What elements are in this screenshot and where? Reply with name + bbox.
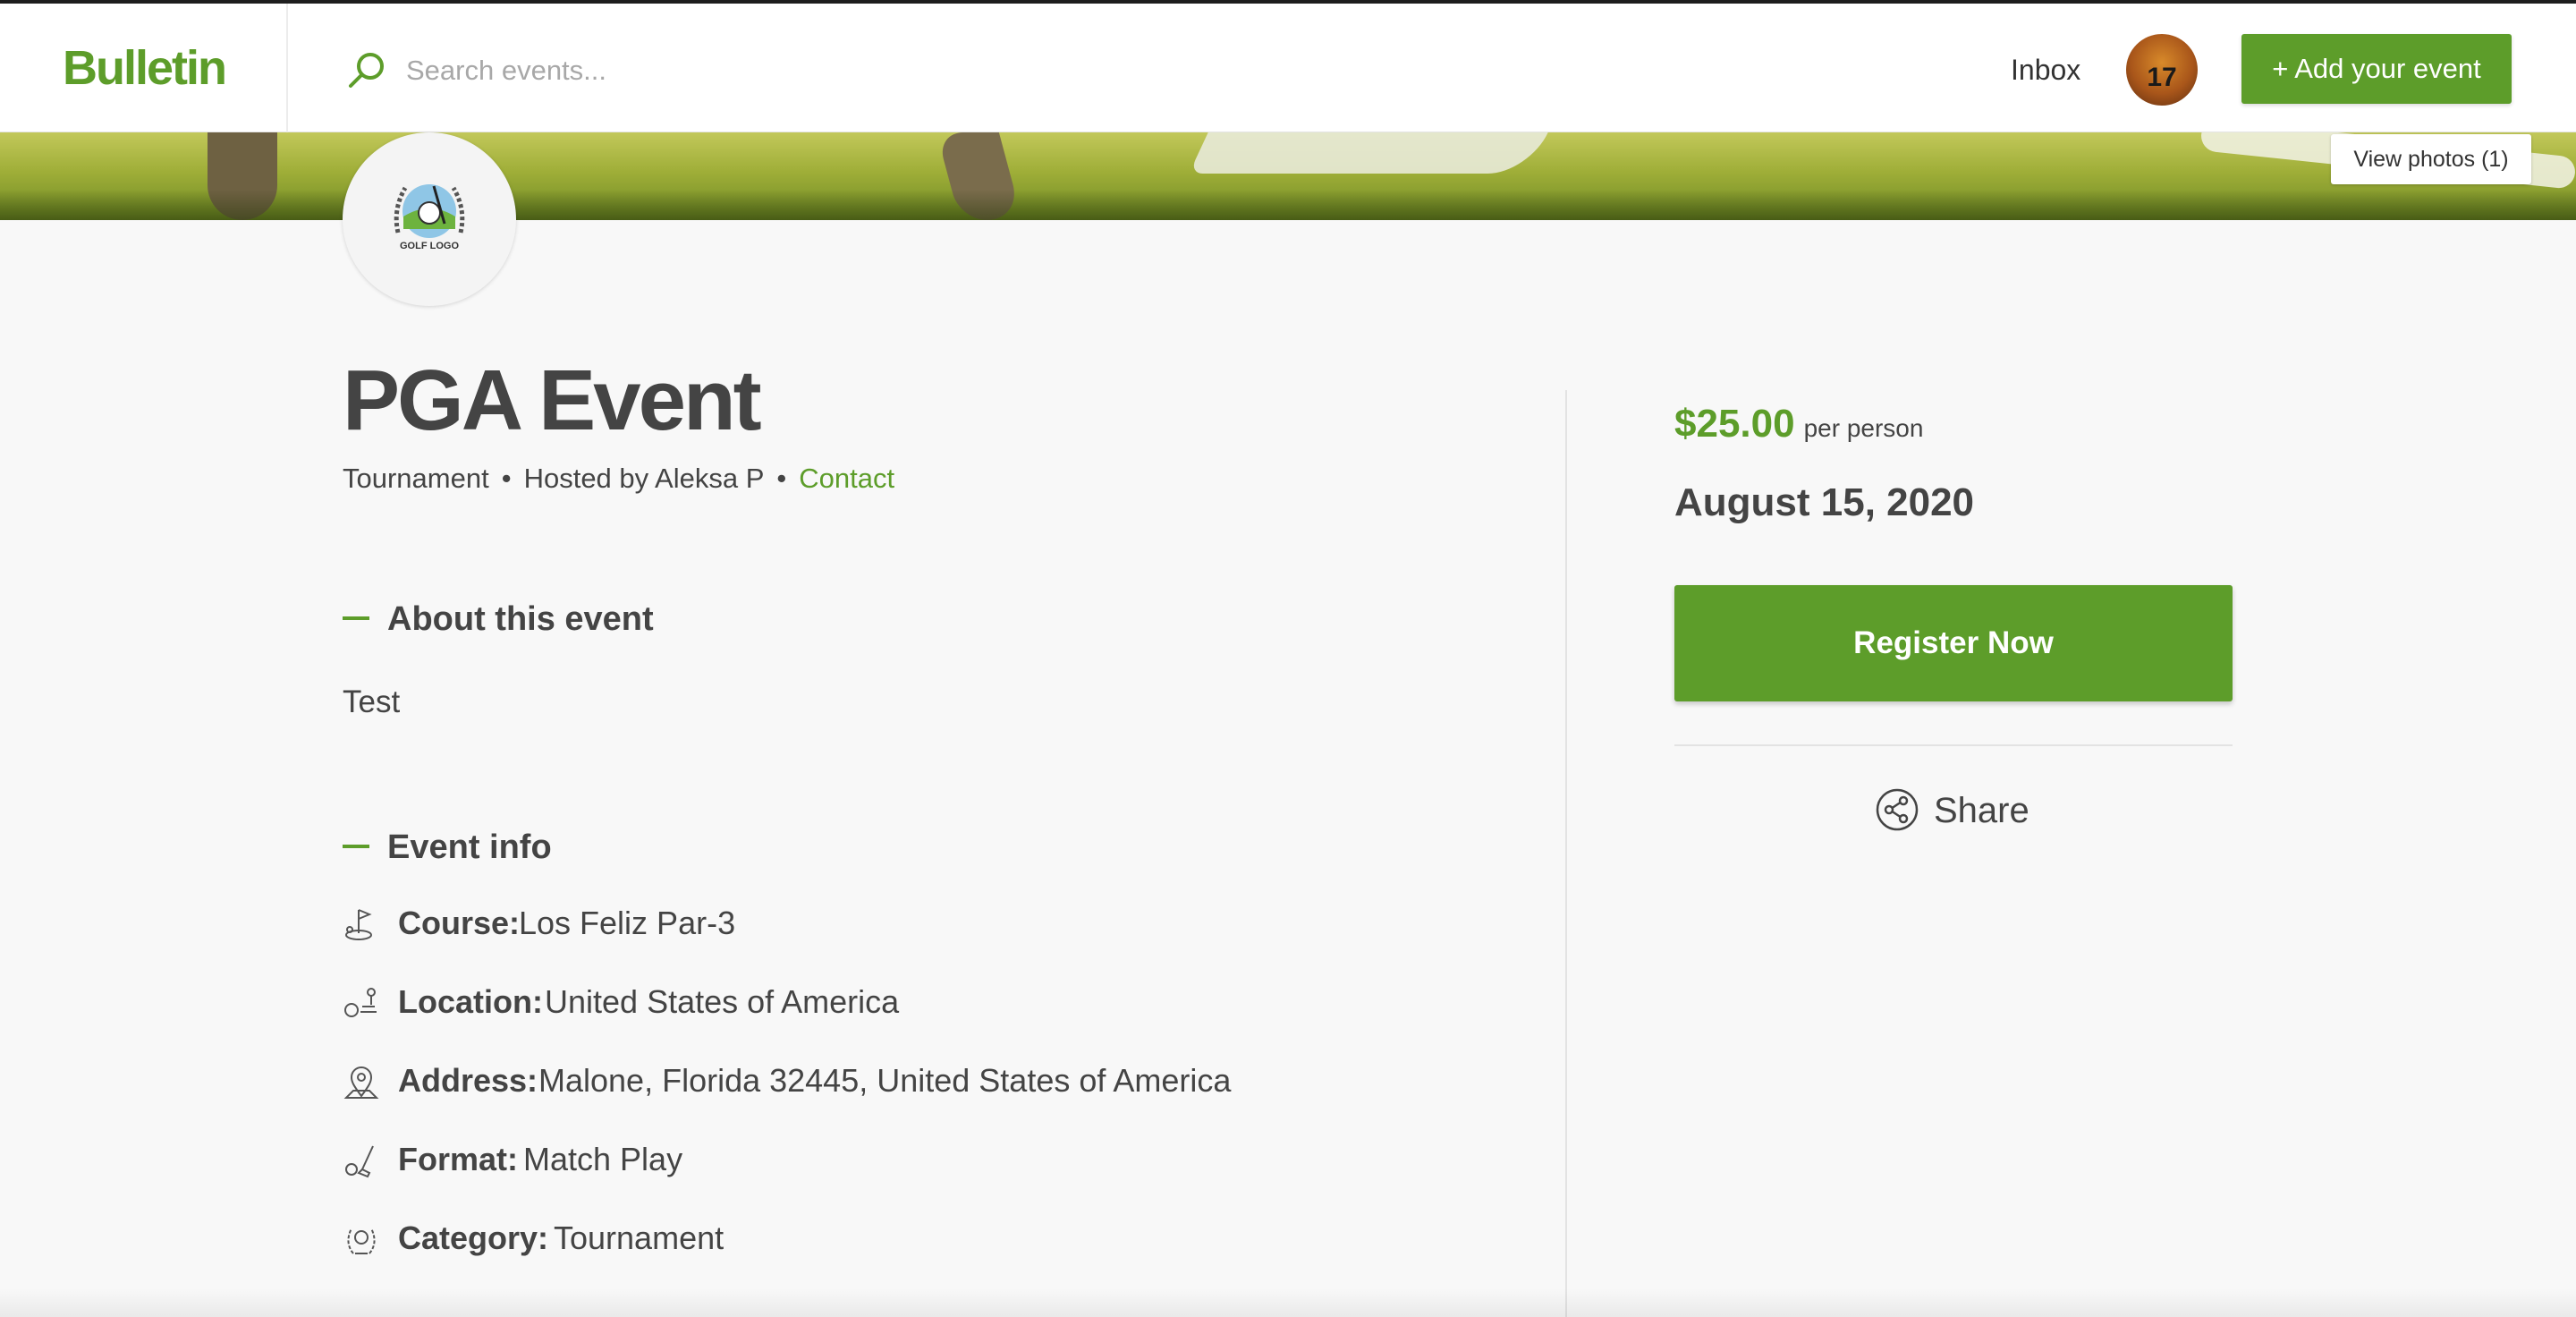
about-section-toggle[interactable]: About this event	[343, 597, 654, 642]
event-date: August 15, 2020	[1674, 480, 1975, 524]
golf-logo-text: GOLF LOGO	[400, 241, 459, 251]
about-heading: About this event	[387, 600, 654, 638]
avatar[interactable]: 17	[2126, 34, 2198, 106]
category-label: Category:	[398, 1219, 549, 1256]
price-amount: $25.00	[1674, 402, 1795, 446]
meta-separator: •	[776, 463, 787, 494]
location-value: United States of America	[545, 983, 900, 1020]
nav-divider	[286, 4, 288, 132]
bulletin-logo[interactable]: Bulletin	[63, 39, 227, 97]
event-title: PGA Event	[343, 353, 762, 448]
collapse-dash-icon	[343, 844, 369, 848]
price-unit: per person	[1803, 414, 1924, 442]
event-logo: GOLF LOGO	[343, 132, 516, 306]
course-value: Los Feliz Par-3	[519, 905, 736, 941]
cover-photo-detail	[1189, 132, 1548, 174]
golf-logo-emblem: GOLF LOGO	[394, 184, 465, 251]
event-meta: Tournament • Hosted by Aleksa P • Contact	[343, 460, 894, 497]
event-price: $25.00 per person	[1674, 399, 1923, 458]
sidebar-divider	[1674, 744, 2233, 746]
golf-flag-icon	[345, 909, 372, 940]
event-type: Tournament	[343, 463, 489, 494]
contact-link[interactable]: Contact	[799, 463, 894, 494]
register-button[interactable]: Register Now	[1674, 585, 2233, 701]
meta-separator: •	[501, 463, 512, 494]
inbox-link[interactable]: Inbox	[2011, 50, 2080, 89]
golf-hole-icon	[344, 988, 377, 1017]
course-label: Course:	[398, 905, 521, 941]
view-photos-button[interactable]: View photos (1)	[2331, 134, 2531, 184]
event-info-heading: Event info	[387, 828, 552, 866]
address-value: Malone, Florida 32445, United States of …	[538, 1062, 1232, 1099]
address-label: Address:	[398, 1062, 538, 1099]
format-label: Format:	[398, 1141, 518, 1177]
search-icon[interactable]	[345, 48, 388, 91]
laurel-icon	[347, 1228, 376, 1254]
bottom-shadow	[0, 1288, 2576, 1317]
about-text: Test	[343, 684, 401, 719]
collapse-dash-icon	[343, 616, 369, 620]
search-input[interactable]	[404, 45, 1034, 97]
category-value: Tournament	[554, 1219, 724, 1256]
golf-club-icon	[345, 1145, 374, 1178]
event-host: Hosted by Aleksa P	[523, 463, 765, 494]
location-label: Location:	[398, 983, 543, 1020]
top-navbar: Bulletin Inbox 17 + Add your event	[0, 4, 2576, 132]
format-value: Match Play	[523, 1141, 683, 1177]
column-divider	[1565, 390, 1567, 1317]
add-event-button[interactable]: + Add your event	[2241, 34, 2512, 104]
share-icon	[1876, 788, 1919, 831]
map-pin-icon	[343, 1066, 379, 1099]
event-info-section-toggle[interactable]: Event info	[343, 825, 552, 870]
share-label: Share	[1934, 791, 2029, 830]
avatar-jersey-number: 17	[2147, 63, 2177, 92]
